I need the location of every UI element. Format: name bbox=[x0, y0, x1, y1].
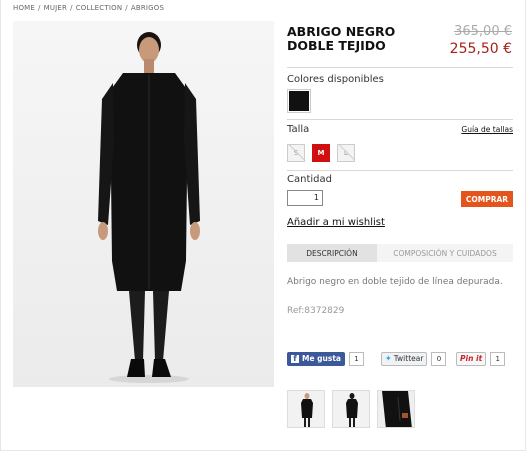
buy-button[interactable]: COMPRAR bbox=[461, 191, 513, 207]
product-title: ABRIGO NEGRO DOBLE TEJIDO bbox=[287, 24, 396, 53]
breadcrumb-abrigos[interactable]: ABRIGOS bbox=[131, 4, 164, 12]
tweet-button[interactable]: ✦ Twittear bbox=[381, 351, 428, 366]
breadcrumb: HOME / MUJER / COLLECTION / ABRIGOS bbox=[13, 4, 167, 12]
facebook-like-widget: f Me gusta 1 bbox=[287, 351, 364, 366]
quantity-label: Cantidad bbox=[287, 174, 332, 185]
divider bbox=[287, 119, 513, 120]
size-option-m[interactable]: M bbox=[312, 144, 330, 162]
breadcrumb-collection[interactable]: COLLECTION bbox=[76, 4, 123, 12]
twitter-bird-icon: ✦ bbox=[385, 354, 392, 363]
product-info-tabs: DESCRIPCIÓN COMPOSICIÓN Y CUIDADOS bbox=[287, 244, 513, 262]
breadcrumb-separator: / bbox=[125, 4, 128, 12]
quantity-input[interactable]: 1 bbox=[287, 190, 323, 206]
facebook-like-count: 1 bbox=[348, 351, 364, 366]
size-label: Talla bbox=[287, 124, 310, 135]
pinterest-widget: Pin it 1 bbox=[456, 351, 506, 366]
product-thumbnail-2[interactable] bbox=[332, 390, 370, 428]
product-thumbnail-1[interactable] bbox=[287, 390, 325, 428]
original-price: 365,00 € bbox=[454, 24, 512, 39]
twitter-widget: ✦ Twittear 0 bbox=[381, 351, 447, 366]
divider bbox=[287, 67, 513, 68]
add-to-wishlist-link[interactable]: Añadir a mi wishlist bbox=[287, 217, 385, 228]
breadcrumb-home[interactable]: HOME bbox=[13, 4, 35, 12]
divider bbox=[287, 170, 513, 171]
tab-composition-care[interactable]: COMPOSICIÓN Y CUIDADOS bbox=[377, 244, 513, 262]
facebook-like-label: Me gusta bbox=[302, 354, 341, 363]
tab-description[interactable]: DESCRIPCIÓN bbox=[287, 244, 377, 262]
size-guide-link[interactable]: Guía de tallas bbox=[461, 125, 513, 134]
size-option-s[interactable]: S bbox=[287, 144, 305, 162]
pin-count: 1 bbox=[490, 351, 506, 366]
facebook-icon: f bbox=[291, 354, 299, 363]
product-thumbnail-3[interactable] bbox=[377, 390, 415, 428]
color-swatch-black[interactable] bbox=[287, 89, 311, 113]
breadcrumb-separator: / bbox=[38, 4, 41, 12]
tweet-count: 0 bbox=[431, 351, 447, 366]
product-description: Abrigo negro en doble tejido de línea de… bbox=[287, 277, 503, 287]
sale-price: 255,50 € bbox=[449, 41, 512, 57]
pin-it-button[interactable]: Pin it bbox=[456, 351, 487, 366]
colors-label: Colores disponibles bbox=[287, 74, 384, 85]
size-option-l[interactable]: L bbox=[337, 144, 355, 162]
breadcrumb-separator: / bbox=[70, 4, 73, 12]
product-reference: Ref:8372829 bbox=[287, 306, 345, 316]
facebook-like-button[interactable]: f Me gusta bbox=[287, 351, 345, 366]
product-main-image[interactable] bbox=[13, 21, 274, 387]
breadcrumb-mujer[interactable]: MUJER bbox=[44, 4, 68, 12]
tweet-label: Twittear bbox=[393, 354, 424, 363]
